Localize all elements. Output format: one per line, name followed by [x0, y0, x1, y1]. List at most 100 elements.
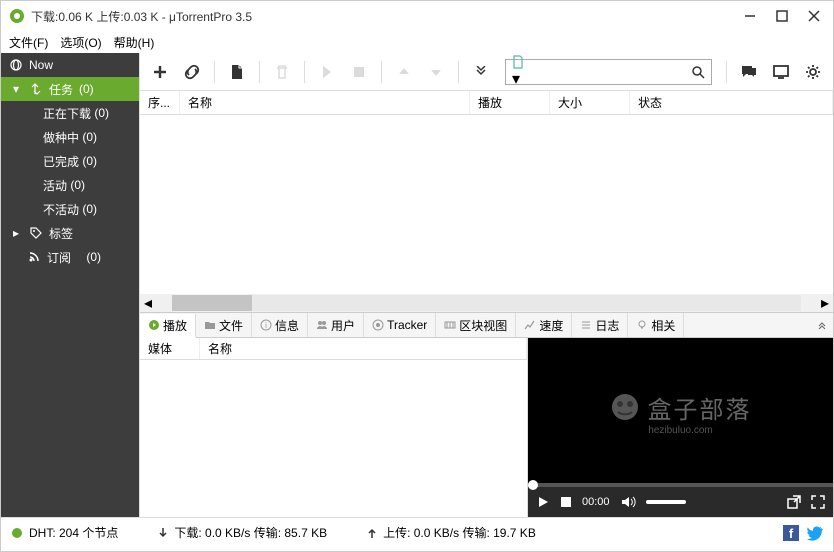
- status-dht[interactable]: DHT: 204 个节点: [11, 524, 118, 541]
- folder-icon: [204, 319, 216, 331]
- popout-button[interactable]: [787, 495, 801, 509]
- tab-files[interactable]: 文件: [196, 313, 252, 337]
- media-list: 媒体 名称: [140, 338, 528, 517]
- info-icon: i: [260, 319, 272, 331]
- play-button[interactable]: [536, 495, 550, 509]
- tab-tracker[interactable]: Tracker: [364, 313, 436, 337]
- sidebar-item-active[interactable]: 活动 (0): [1, 173, 139, 197]
- sidebar-now-label: Now: [29, 58, 53, 72]
- sidebar-item-downloading[interactable]: 正在下载 (0): [1, 101, 139, 125]
- fullscreen-button[interactable]: [811, 495, 825, 509]
- tab-log[interactable]: 日志: [572, 313, 628, 337]
- menubar: 文件(F) 选项(O) 帮助(H): [1, 31, 833, 53]
- file-icon: ▾: [506, 55, 530, 89]
- move-up-button[interactable]: [390, 58, 418, 86]
- seek-bar[interactable]: [528, 483, 833, 487]
- detail-tabs: 播放 文件 i信息 用户 Tracker 区块视图 速度 日志 相关: [140, 312, 833, 338]
- bulb-icon: [636, 319, 648, 331]
- col-size[interactable]: 大小: [550, 91, 630, 114]
- status-bar: DHT: 204 个节点 下载: 0.0 KB/s 传输: 85.7 KB 上传…: [1, 517, 833, 547]
- add-torrent-button[interactable]: [146, 58, 174, 86]
- menu-options[interactable]: 选项(O): [60, 34, 101, 51]
- search-icon[interactable]: [685, 65, 711, 79]
- peers-icon: [316, 319, 328, 331]
- new-torrent-button[interactable]: [223, 58, 251, 86]
- chat-button[interactable]: [735, 58, 763, 86]
- collapse-icon: ▾: [9, 82, 23, 96]
- col-status[interactable]: 状态: [630, 91, 833, 114]
- up-icon: [367, 527, 377, 539]
- settings-button[interactable]: [799, 58, 827, 86]
- twitter-icon[interactable]: [807, 525, 823, 541]
- torrent-table-header: 序... 名称 播放 大小 状态: [140, 91, 833, 115]
- horizontal-scrollbar[interactable]: ◂▸: [140, 294, 833, 312]
- svg-text:i: i: [265, 321, 267, 330]
- facebook-icon[interactable]: f: [783, 525, 799, 541]
- network-icon: [11, 527, 23, 539]
- watermark: 盒子部落 hezibuluo.com: [610, 390, 752, 436]
- tab-related[interactable]: 相关: [628, 313, 684, 337]
- pieces-icon: [444, 319, 456, 331]
- player-stop-button[interactable]: [560, 496, 572, 508]
- titlebar: 下载:0.06 K 上传:0.03 K - μTorrentPro 3.5: [1, 1, 833, 31]
- delete-button[interactable]: [268, 58, 296, 86]
- search-box: ▾: [505, 59, 712, 85]
- volume-button[interactable]: [620, 495, 636, 509]
- media-col-media[interactable]: 媒体: [140, 338, 200, 359]
- col-play[interactable]: 播放: [470, 91, 550, 114]
- stop-button[interactable]: [345, 58, 373, 86]
- transfer-icon: [29, 82, 43, 96]
- status-download[interactable]: 下载: 0.0 KB/s 传输: 85.7 KB: [158, 524, 327, 541]
- col-name[interactable]: 名称: [180, 91, 470, 114]
- app-icon: [9, 8, 25, 24]
- sidebar-item-labels[interactable]: ▸ 标签: [1, 221, 139, 245]
- tag-icon: [29, 226, 43, 240]
- down-icon: [158, 527, 168, 539]
- sidebar-tasks-count: (0): [79, 82, 94, 96]
- move-down-button[interactable]: [422, 58, 450, 86]
- menu-file[interactable]: 文件(F): [9, 34, 48, 51]
- sidebar-item-inactive[interactable]: 不活动 (0): [1, 197, 139, 221]
- detail-collapse-button[interactable]: [811, 320, 833, 330]
- torrent-list[interactable]: [140, 115, 833, 294]
- tab-pieces[interactable]: 区块视图: [436, 313, 516, 337]
- overflow-button[interactable]: [467, 58, 495, 86]
- sidebar-labels-label: 标签: [49, 225, 73, 242]
- close-button[interactable]: [807, 9, 821, 23]
- search-input[interactable]: [530, 65, 685, 79]
- menu-help[interactable]: 帮助(H): [114, 34, 155, 51]
- globe-icon: [9, 58, 23, 72]
- status-upload[interactable]: 上传: 0.0 KB/s 传输: 19.7 KB: [367, 524, 536, 541]
- log-icon: [580, 319, 592, 331]
- tab-speed[interactable]: 速度: [516, 313, 572, 337]
- expand-icon: ▸: [9, 226, 23, 240]
- add-url-button[interactable]: [178, 58, 206, 86]
- tracker-icon: [372, 319, 384, 331]
- col-seq[interactable]: 序...: [140, 91, 180, 114]
- video-player: 盒子部落 hezibuluo.com 00:00: [528, 338, 833, 517]
- tab-peers[interactable]: 用户: [308, 313, 364, 337]
- volume-slider[interactable]: [646, 500, 686, 504]
- sidebar-item-now[interactable]: Now: [1, 53, 139, 77]
- player-viewport[interactable]: 盒子部落 hezibuluo.com: [528, 338, 833, 487]
- media-col-name[interactable]: 名称: [200, 338, 527, 359]
- tab-play[interactable]: 播放: [140, 314, 196, 338]
- start-button[interactable]: [313, 58, 341, 86]
- window-title: 下载:0.06 K 上传:0.03 K - μTorrentPro 3.5: [31, 8, 743, 25]
- sidebar-item-seeding[interactable]: 做种中 (0): [1, 125, 139, 149]
- tab-info[interactable]: i信息: [252, 313, 308, 337]
- rss-icon: [27, 250, 41, 264]
- sidebar-feeds-label: 订阅: [47, 249, 71, 266]
- maximize-button[interactable]: [775, 9, 789, 23]
- play-icon: [148, 319, 160, 331]
- remote-button[interactable]: [767, 58, 795, 86]
- svg-text:f: f: [789, 526, 794, 541]
- player-time: 00:00: [582, 496, 610, 508]
- sidebar-tasks-label: 任务: [49, 81, 73, 98]
- speed-icon: [524, 319, 536, 331]
- sidebar-item-tasks[interactable]: ▾ 任务 (0): [1, 77, 139, 101]
- toolbar: ▾: [140, 53, 833, 91]
- sidebar-item-completed[interactable]: 已完成 (0): [1, 149, 139, 173]
- sidebar-item-feeds[interactable]: 订阅 (0): [1, 245, 139, 269]
- minimize-button[interactable]: [743, 9, 757, 23]
